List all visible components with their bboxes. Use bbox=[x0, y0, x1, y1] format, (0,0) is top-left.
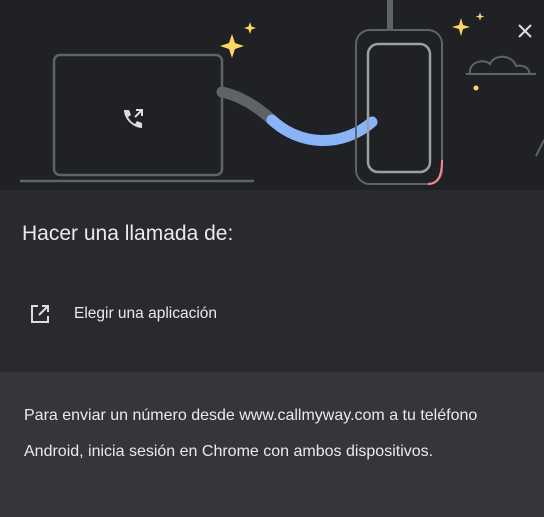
open-in-new-icon bbox=[26, 300, 54, 328]
dialog-title: Hacer una llamada de: bbox=[22, 222, 234, 245]
footer-info-text: Para enviar un número desde www.callmywa… bbox=[24, 407, 478, 460]
sparkle-right-large bbox=[452, 18, 470, 36]
choose-app-label: Elegir una aplicación bbox=[74, 305, 218, 322]
choose-app-option[interactable]: Elegir una aplicación bbox=[14, 292, 524, 336]
call-dialog: Hacer una llamada de: Elegir una aplicac… bbox=[0, 0, 544, 517]
sparkle-dot bbox=[473, 85, 479, 91]
sparkle-small bbox=[244, 22, 256, 34]
mountain-edge bbox=[535, 139, 544, 157]
sparkle-large bbox=[220, 34, 244, 58]
close-icon bbox=[518, 24, 532, 38]
illustration-svg bbox=[20, 0, 544, 185]
sparkle-right-small bbox=[475, 12, 485, 21]
phone-call-icon bbox=[124, 109, 143, 128]
cloud-icon bbox=[468, 55, 531, 75]
close-button[interactable] bbox=[510, 16, 540, 46]
cable-grey bbox=[216, 86, 278, 126]
hero-illustration bbox=[0, 0, 544, 190]
phone-inner bbox=[366, 42, 432, 174]
